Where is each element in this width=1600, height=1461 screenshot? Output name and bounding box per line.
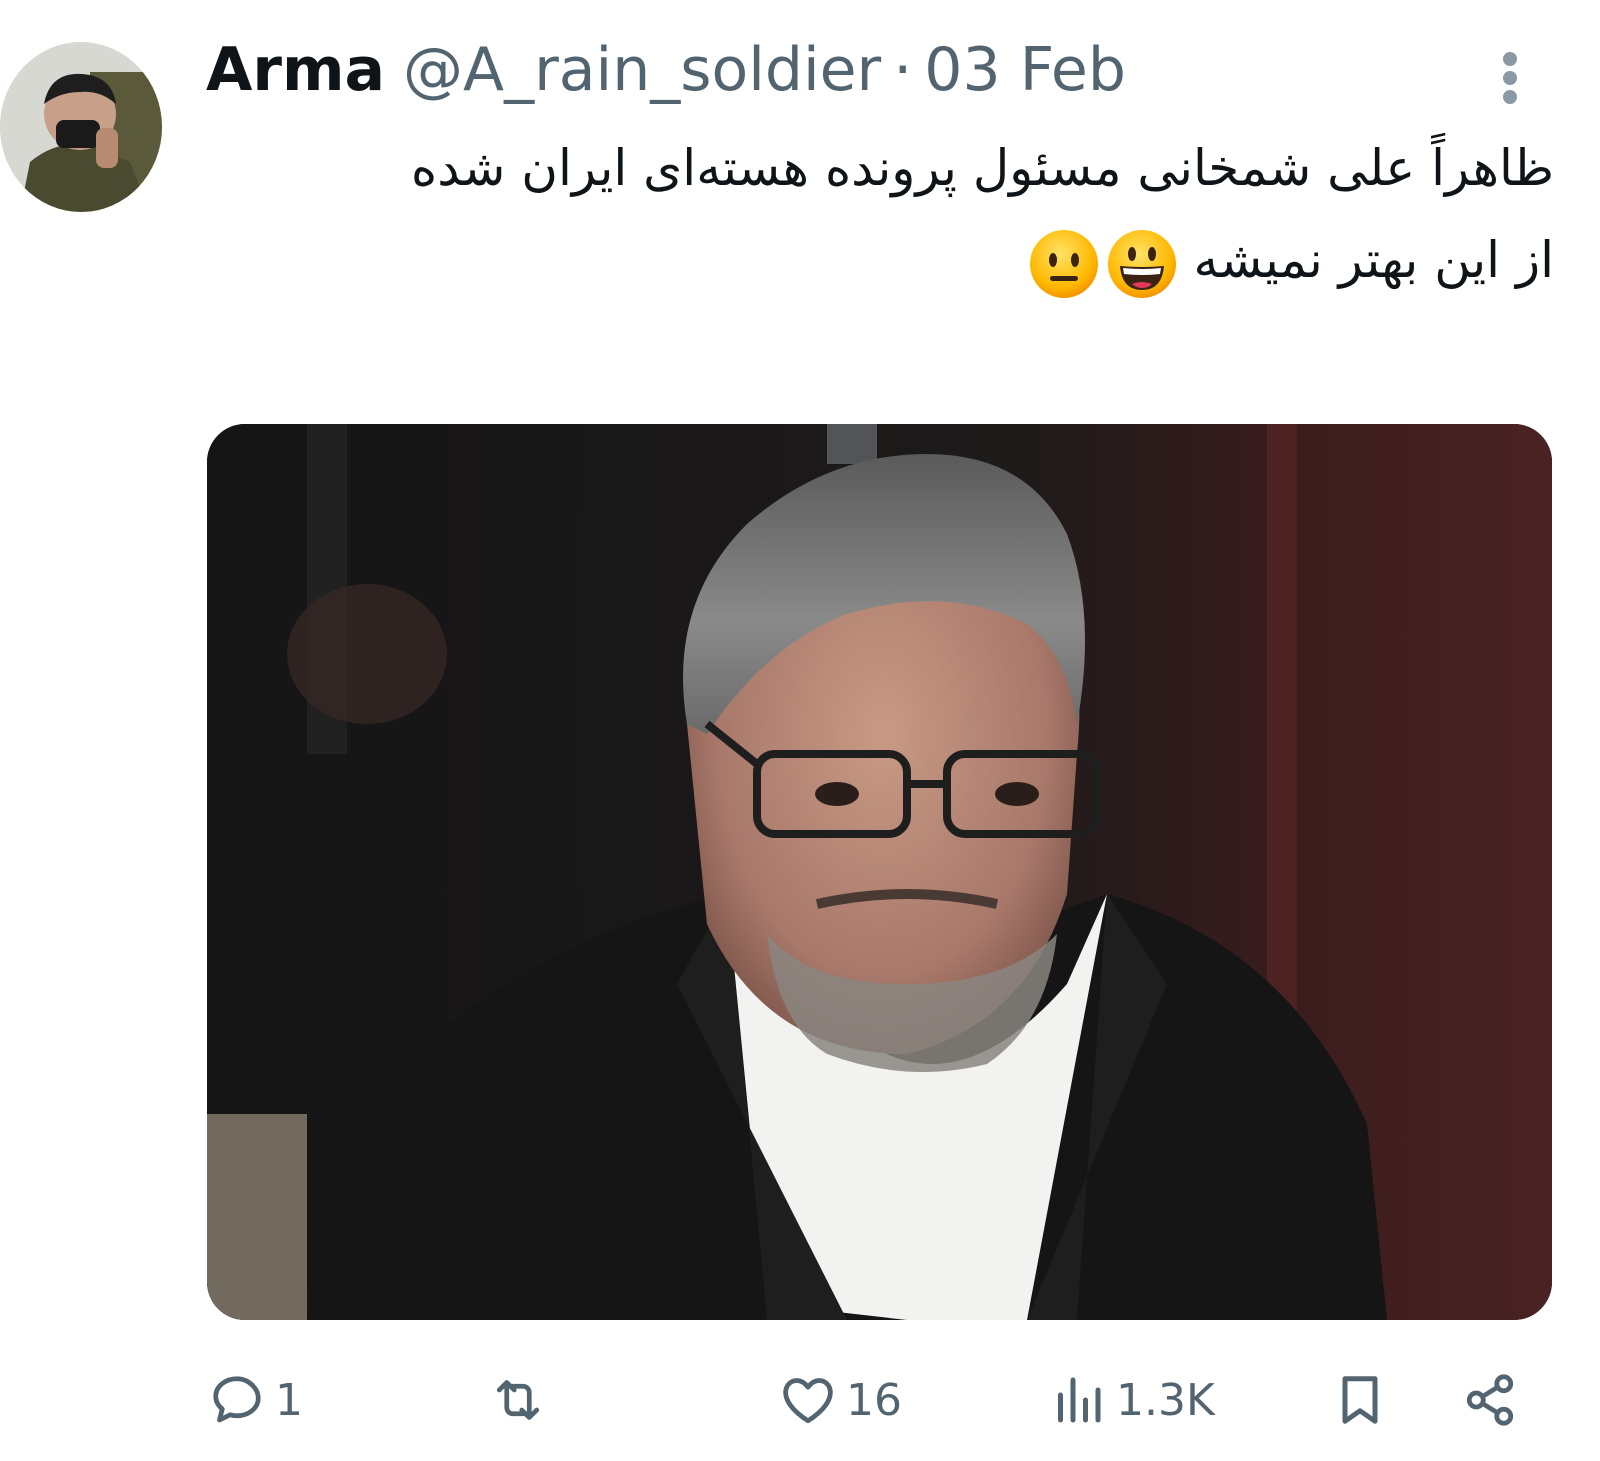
neutral-face-emoji (1028, 228, 1100, 300)
like-button[interactable]: 16 (778, 1360, 902, 1440)
like-count: 16 (846, 1374, 902, 1426)
user-handle[interactable]: @A_rain_soldier (403, 30, 881, 110)
display-name[interactable]: Arma (206, 30, 385, 110)
tweet-text-line-2: از این بهتر نمیشه (324, 214, 1554, 306)
tweet-actions: 1 16 1.3K (0, 1360, 1600, 1440)
header-separator: · (893, 35, 913, 105)
reply-button[interactable]: 1 (207, 1360, 303, 1440)
tweet-header: Arma @A_rain_soldier · 03 Feb (206, 30, 1126, 110)
heart-icon (783, 1378, 833, 1424)
views-count: 1.3K (1116, 1374, 1215, 1426)
bookmark-icon (1342, 1376, 1378, 1424)
avatar-photo (0, 42, 162, 212)
tweet-date[interactable]: 03 Feb (924, 30, 1126, 110)
grinning-face-emoji (1106, 228, 1178, 300)
reply-icon (213, 1376, 261, 1423)
reply-count: 1 (275, 1374, 303, 1426)
photo-of-man-in-suit-and-glasses (207, 424, 1552, 1320)
retweet-button[interactable] (488, 1360, 556, 1440)
user-avatar[interactable] (0, 42, 162, 212)
views-button[interactable]: 1.3K (1048, 1360, 1215, 1440)
more-options-icon[interactable] (1500, 48, 1520, 108)
share-icon (1466, 1374, 1514, 1426)
tweet-text-line-2-text: از این بهتر نمیشه (1193, 231, 1554, 289)
tweet: Arma @A_rain_soldier · 03 Feb ظاهراً علی… (0, 0, 1600, 1461)
tweet-media-image[interactable] (207, 424, 1552, 1320)
views-icon (1058, 1377, 1101, 1423)
tweet-text: ظاهراً علی شمخانی مسئول پرونده هسته‌ای ا… (324, 122, 1554, 306)
tweet-text-line-1: ظاهراً علی شمخانی مسئول پرونده هسته‌ای ا… (411, 139, 1554, 197)
bookmark-button[interactable] (1330, 1360, 1390, 1440)
retweet-icon (496, 1380, 540, 1420)
share-button[interactable] (1460, 1360, 1520, 1440)
